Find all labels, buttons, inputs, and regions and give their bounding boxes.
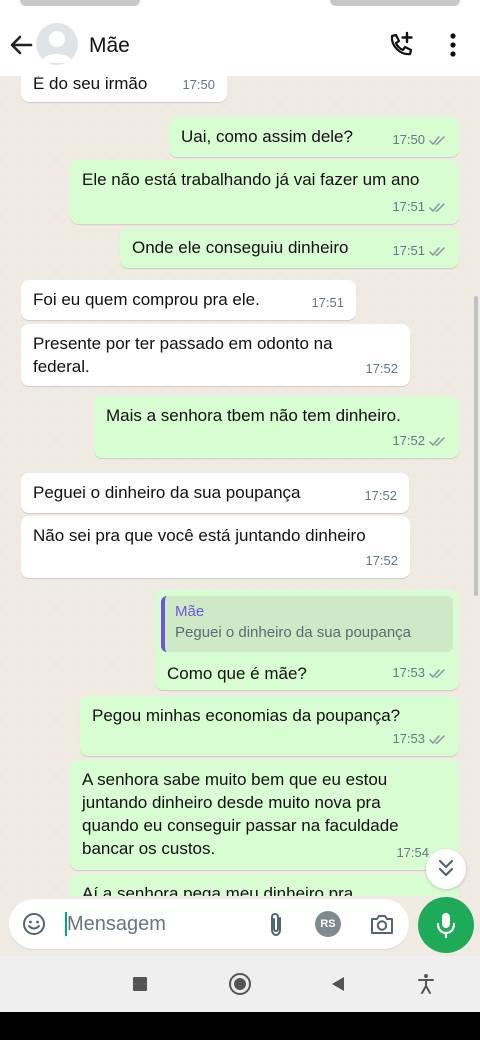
- avatar[interactable]: [36, 23, 78, 65]
- message-time: 17:50: [182, 77, 215, 92]
- camera-icon[interactable]: [369, 912, 395, 936]
- arrow-left-icon[interactable]: [6, 30, 36, 60]
- scrollbar[interactable]: [474, 296, 478, 596]
- contact-name[interactable]: Mãe: [89, 34, 130, 58]
- mic-icon: [436, 913, 456, 939]
- message-text: Aí a senhora pega meu dinheiro pra: [82, 884, 354, 896]
- message-status: 17:52: [392, 429, 447, 452]
- message-text: Onde ele conseguiu dinheiro: [132, 238, 349, 257]
- message-text: Presente por ter passado em odonto na fe…: [33, 334, 333, 376]
- rs-badge[interactable]: RS: [315, 911, 341, 937]
- message-outgoing[interactable]: Uai, como assim dele? 17:50: [169, 117, 459, 157]
- message-incoming[interactable]: Foi eu quem comprou pra ele. 17:51: [21, 280, 356, 320]
- double-check-icon: [429, 247, 445, 257]
- more-vert-icon[interactable]: [444, 31, 462, 59]
- message-text: Foi eu quem comprou pra ele.: [33, 290, 260, 309]
- message-text: Não sei pra que você está juntando dinhe…: [33, 526, 366, 545]
- message-text: Como que é mãe?: [167, 664, 307, 683]
- message-time: 17:51: [392, 199, 425, 214]
- status-bar: [0, 0, 480, 14]
- double-check-icon: [429, 203, 445, 213]
- message-status: 17:53: [392, 661, 447, 684]
- double-check-icon: [429, 735, 445, 745]
- message-text: A senhora sabe muito bem que eu estou ju…: [82, 770, 399, 858]
- default-avatar-icon: [41, 31, 73, 63]
- message-status: 17:51: [392, 195, 447, 218]
- message-text: Uai, como assim dele?: [181, 127, 353, 146]
- message-incoming[interactable]: Peguei o dinheiro da sua poupança 17:52: [21, 473, 409, 513]
- chevron-double-down-icon: [438, 859, 454, 877]
- status-bar-right: [330, 0, 460, 6]
- message-time: 17:52: [365, 361, 398, 376]
- message-outgoing[interactable]: Aí a senhora pega meu dinheiro pra: [70, 874, 459, 896]
- status-bar-left: [20, 0, 140, 6]
- system-nav-bar: [0, 956, 480, 1012]
- quoted-text: Peguei o dinheiro da sua poupança: [175, 624, 412, 641]
- emoji-icon[interactable]: [22, 912, 46, 936]
- message-time: 17:51: [311, 295, 344, 310]
- message-placeholder: Mensagem: [67, 913, 166, 935]
- message-incoming[interactable]: Presente por ter passado em odonto na fe…: [21, 324, 410, 386]
- message-incoming[interactable]: É do seu irmão 17:50: [21, 76, 227, 102]
- message-time: 17:52: [392, 433, 425, 448]
- message-text: Pegou minhas economias da poupança?: [92, 706, 401, 725]
- message-status: 17:53: [392, 727, 447, 750]
- home-circle-icon[interactable]: [228, 972, 252, 996]
- message-outgoing-reply[interactable]: Mãe Peguei o dinheiro da sua poupança Co…: [155, 590, 459, 690]
- message-input[interactable]: Mensagem RS: [9, 899, 409, 949]
- message-status: 17:50: [392, 128, 447, 151]
- quoted-author: Mãe: [175, 603, 205, 620]
- double-check-icon: [429, 669, 445, 679]
- message-outgoing[interactable]: A senhora sabe muito bem que eu estou ju…: [70, 760, 459, 870]
- message-text: Ele não está trabalhando já vai fazer um…: [82, 170, 420, 189]
- message-status: 17:51: [392, 239, 447, 262]
- double-check-icon: [429, 136, 445, 146]
- recents-square-icon[interactable]: [128, 972, 152, 996]
- message-time: 17:51: [392, 243, 425, 258]
- message-time: 17:53: [392, 665, 425, 680]
- screen-bottom-edge: [0, 1012, 480, 1040]
- phone-plus-icon[interactable]: [386, 30, 416, 60]
- chat-area[interactable]: É do seu irmão 17:50 Uai, como assim del…: [0, 76, 480, 896]
- message-time: 17:54: [396, 845, 429, 860]
- accessibility-icon[interactable]: [414, 972, 438, 996]
- composer-bar: Mensagem RS: [0, 896, 480, 956]
- paperclip-icon[interactable]: [264, 912, 288, 938]
- message-text: Mais a senhora tbem não tem dinheiro.: [106, 406, 401, 425]
- quoted-message[interactable]: Mãe Peguei o dinheiro da sua poupança: [161, 596, 453, 652]
- message-text: É do seu irmão: [33, 76, 148, 93]
- message-incoming[interactable]: Não sei pra que você está juntando dinhe…: [21, 516, 410, 578]
- back-triangle-icon[interactable]: [326, 972, 350, 996]
- message-time: 17:50: [392, 132, 425, 147]
- message-outgoing[interactable]: Ele não está trabalhando já vai fazer um…: [70, 160, 459, 224]
- message-time: 17:53: [392, 731, 425, 746]
- double-check-icon: [429, 437, 445, 447]
- message-time: 17:52: [365, 553, 398, 568]
- message-outgoing[interactable]: Pegou minhas economias da poupança? 17:5…: [80, 696, 459, 756]
- mic-button[interactable]: [418, 897, 474, 953]
- scroll-down-button[interactable]: [426, 849, 466, 889]
- message-time: 17:52: [364, 488, 397, 503]
- message-outgoing[interactable]: Mais a senhora tbem não tem dinheiro. 17…: [94, 396, 459, 458]
- message-text: Peguei o dinheiro da sua poupança: [33, 483, 301, 502]
- chat-header: Mãe: [0, 14, 480, 76]
- message-outgoing[interactable]: Onde ele conseguiu dinheiro 17:51: [120, 228, 459, 268]
